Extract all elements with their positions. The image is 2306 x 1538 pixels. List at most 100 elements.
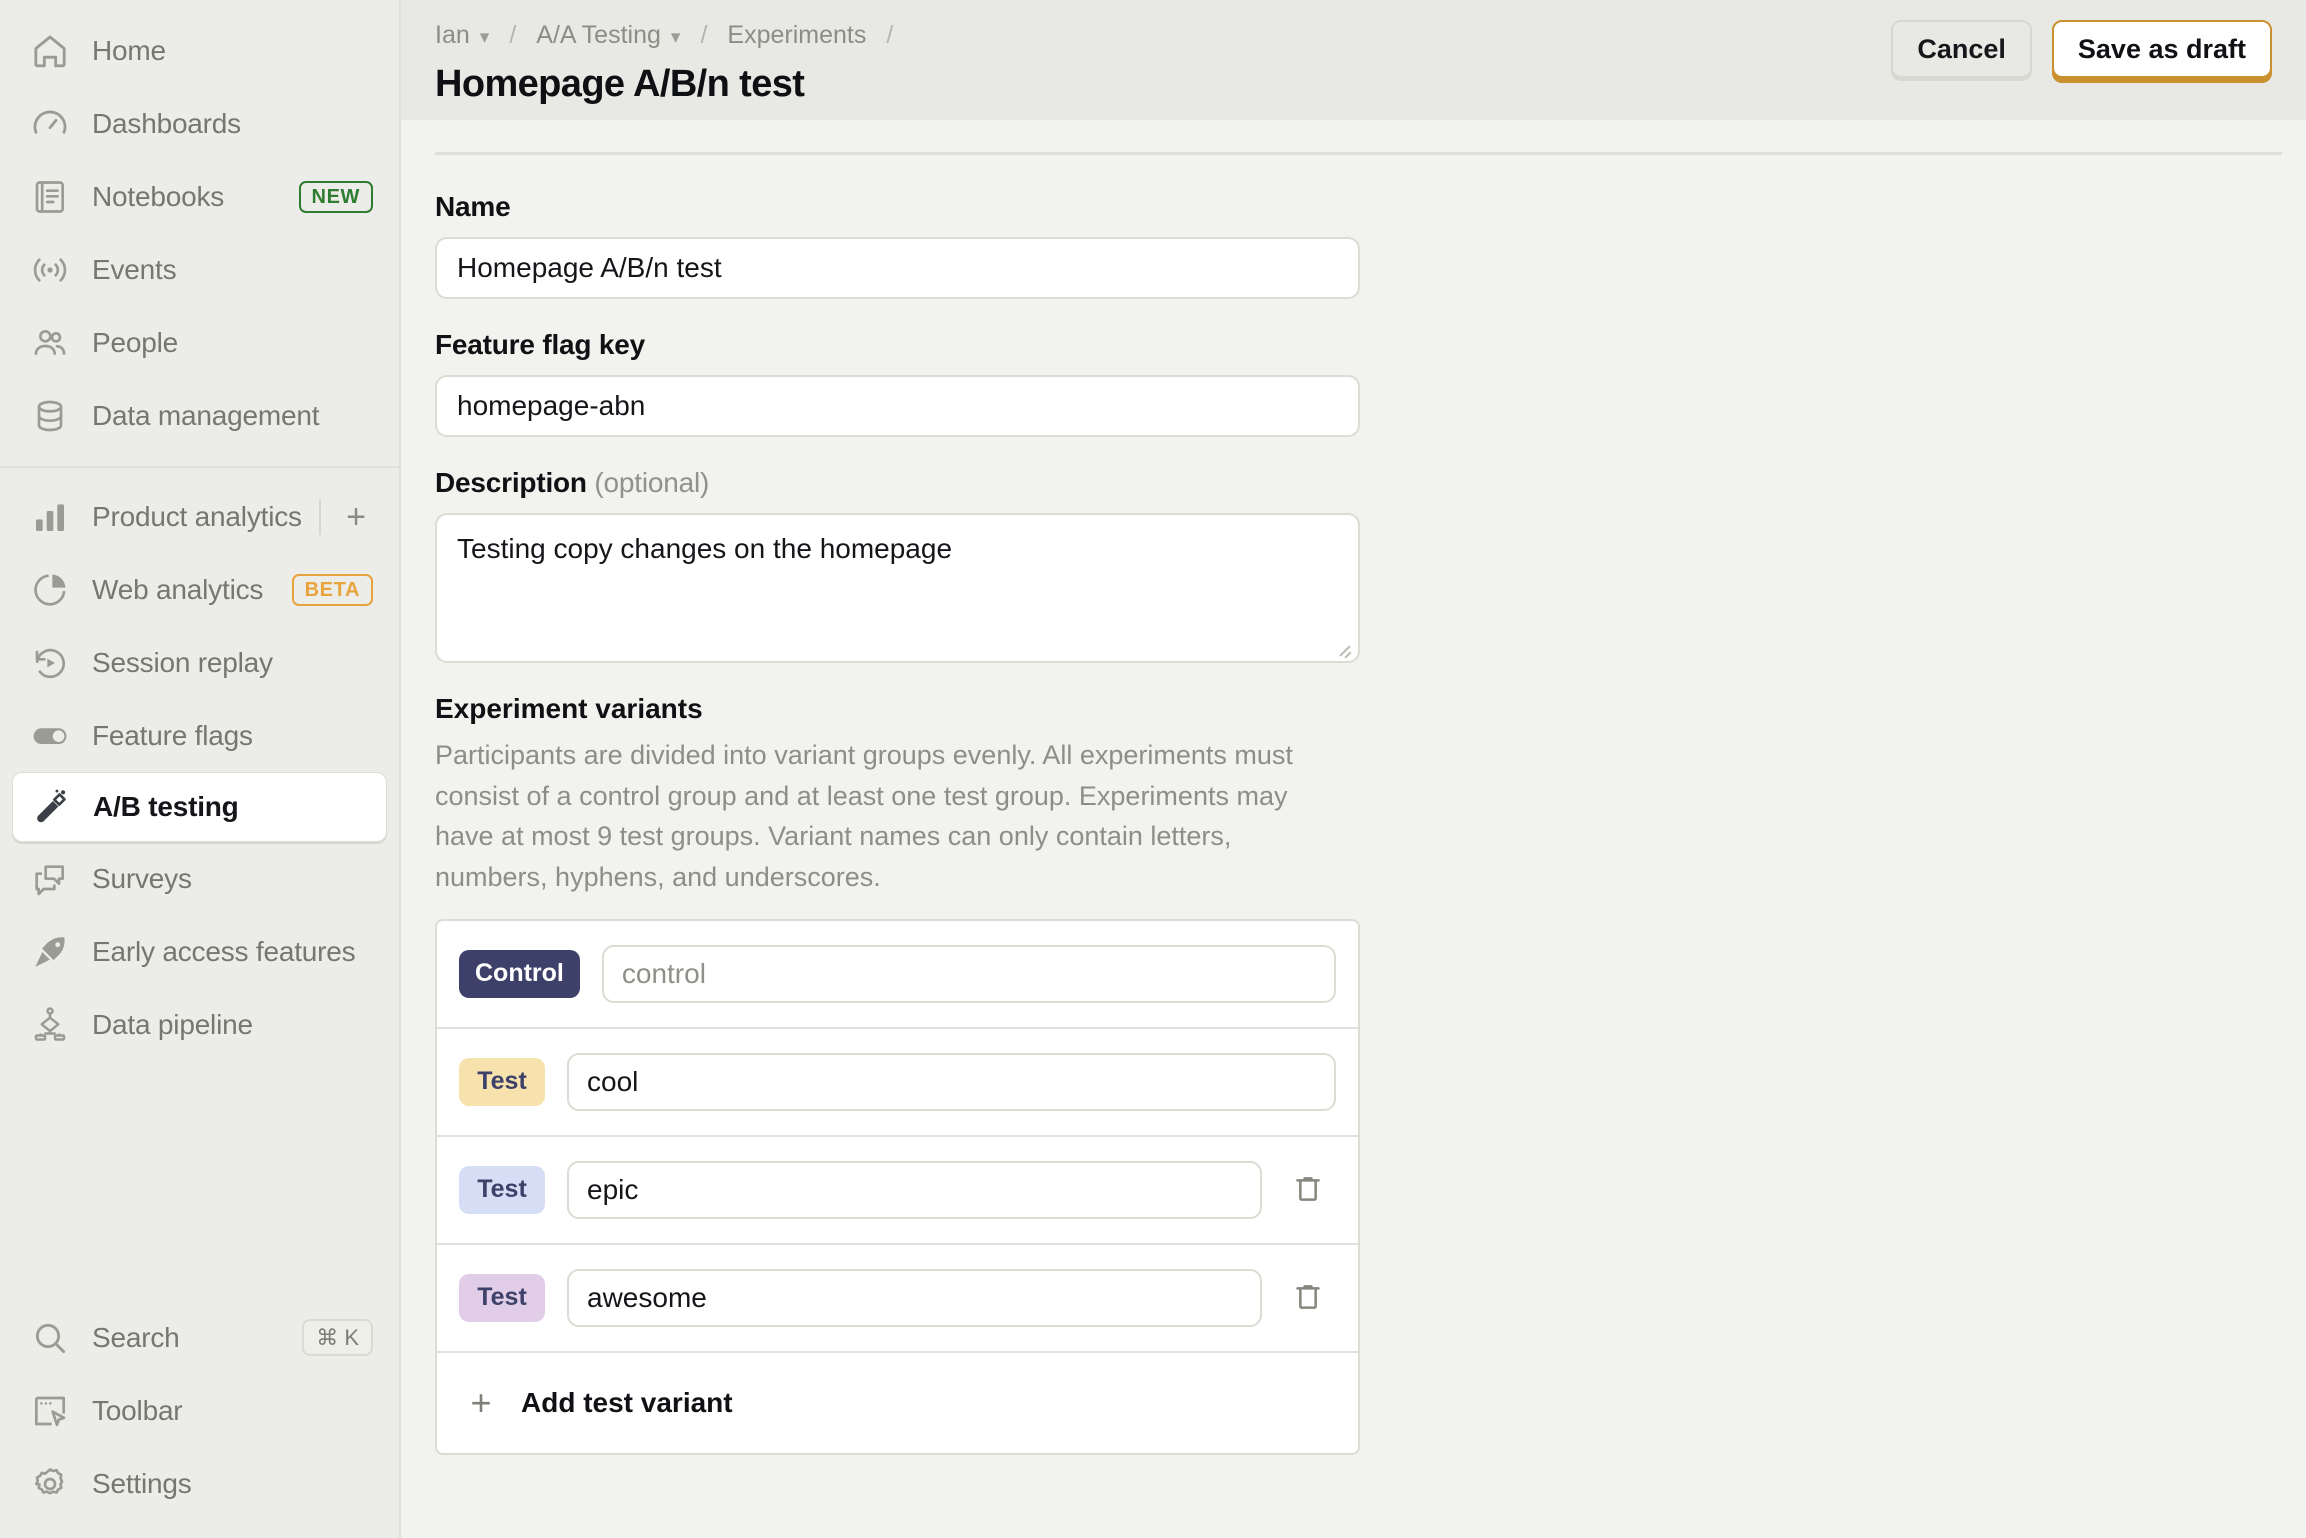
sidebar-item-label: Search xyxy=(92,1321,180,1353)
sidebar-item-label: Surveys xyxy=(92,862,192,894)
delete-variant-button[interactable] xyxy=(1284,1274,1332,1322)
pie-chart-icon xyxy=(28,568,72,612)
rocket-icon xyxy=(28,930,72,974)
experiment-form: Name Homepage A/B/n test Feature flag ke… xyxy=(401,155,1801,1455)
live-events-icon xyxy=(28,248,72,292)
sidebar-item-product-analytics[interactable]: Product analytics + xyxy=(12,480,387,553)
chevron-down-icon[interactable]: ▾ xyxy=(480,28,490,47)
sidebar-item-data-management[interactable]: Data management xyxy=(12,379,387,452)
sidebar-item-home[interactable]: Home xyxy=(12,14,387,87)
flask-wand-icon xyxy=(29,785,73,829)
save-as-draft-button[interactable]: Save as draft xyxy=(2051,20,2272,79)
page-title: Homepage A/B/n test xyxy=(435,63,805,105)
breadcrumb-separator: / xyxy=(886,20,894,49)
gear-icon xyxy=(28,1462,72,1506)
plus-icon: + xyxy=(470,1382,492,1423)
sidebar-item-label: Toolbar xyxy=(92,1394,183,1426)
variant-type-badge: Test xyxy=(459,1058,545,1106)
gauge-icon xyxy=(28,102,72,146)
sidebar-item-data-pipeline[interactable]: Data pipeline xyxy=(12,988,387,1061)
variant-type-badge: Test xyxy=(459,1166,545,1214)
experiment-variants-description: Participants are divided into variant gr… xyxy=(435,740,1293,892)
sidebar-item-label: Early access features xyxy=(92,935,356,967)
sidebar-item-label: Home xyxy=(92,34,166,66)
trash-icon xyxy=(1291,1171,1325,1210)
sidebar-item-label: Events xyxy=(92,253,177,285)
breadcrumb-item-team[interactable]: A/A Testing xyxy=(536,22,661,48)
sidebar-divider xyxy=(0,466,399,468)
sidebar-item-label: A/B testing xyxy=(93,791,239,822)
name-input[interactable]: Homepage A/B/n test xyxy=(435,237,1360,299)
sidebar-item-feature-flags[interactable]: Feature flags xyxy=(12,699,387,772)
sidebar-item-web-analytics[interactable]: Web analytics BETA xyxy=(12,553,387,626)
description-label-text: Description xyxy=(435,467,587,498)
sidebar-item-search[interactable]: Search ⌘ K xyxy=(12,1301,387,1374)
variant-row: Test cool xyxy=(437,1029,1358,1137)
sidebar-item-label: Settings xyxy=(92,1467,192,1499)
add-test-variant-button[interactable]: + Add test variant xyxy=(437,1353,1358,1453)
sidebar-item-people[interactable]: People xyxy=(12,306,387,379)
sidebar-item-settings[interactable]: Settings xyxy=(12,1447,387,1520)
breadcrumb: Ian ▾ / A/A Testing ▾ / Experiments / xyxy=(435,18,1891,52)
sidebar-item-ab-testing[interactable]: A/B testing xyxy=(12,772,387,842)
feature-flag-key-input[interactable]: homepage-abn xyxy=(435,375,1360,437)
sidebar-item-session-replay[interactable]: Session replay xyxy=(12,626,387,699)
search-icon xyxy=(28,1316,72,1360)
home-icon xyxy=(28,29,72,73)
sidebar-item-label: Data management xyxy=(92,399,320,431)
add-test-variant-label: Add test variant xyxy=(521,1387,733,1418)
description-textarea[interactable]: Testing copy changes on the homepage xyxy=(435,513,1360,663)
people-icon xyxy=(28,321,72,365)
feature-flag-key-field-group: Feature flag key homepage-abn xyxy=(435,329,1801,437)
pipeline-icon xyxy=(28,1003,72,1047)
sidebar-item-label: Feature flags xyxy=(92,719,253,751)
resize-handle-icon[interactable] xyxy=(1336,640,1352,656)
experiment-variants-title: Experiment variants xyxy=(435,693,703,724)
sidebar-item-label: Web analytics xyxy=(92,573,264,605)
database-icon xyxy=(28,394,72,438)
trash-icon xyxy=(1291,1279,1325,1318)
breadcrumb-item-experiments[interactable]: Experiments xyxy=(727,22,866,48)
sidebar-item-notebooks[interactable]: Notebooks NEW xyxy=(12,160,387,233)
sidebar-item-surveys[interactable]: Surveys xyxy=(12,842,387,915)
breadcrumb-separator: / xyxy=(700,20,708,49)
variant-type-badge: Control xyxy=(459,950,580,998)
variant-key-input[interactable]: awesome xyxy=(567,1269,1262,1327)
sidebar-item-early-access-features[interactable]: Early access features xyxy=(12,915,387,988)
sidebar-item-label: Notebooks xyxy=(92,180,225,212)
sidebar-item-events[interactable]: Events xyxy=(12,233,387,306)
sidebar-item-dashboards[interactable]: Dashboards xyxy=(12,87,387,160)
variants-list: Control control Test cool Test epic Test… xyxy=(435,919,1360,1455)
chevron-down-icon[interactable]: ▾ xyxy=(671,28,681,47)
breadcrumb-separator: / xyxy=(509,20,517,49)
bar-chart-icon xyxy=(28,495,72,539)
feature-flag-key-label: Feature flag key xyxy=(435,329,645,360)
sidebar-item-label: People xyxy=(92,326,178,358)
variant-key-input[interactable]: cool xyxy=(567,1053,1336,1111)
description-label: Description (optional) xyxy=(435,467,1801,499)
search-shortcut-key: ⌘ K xyxy=(302,1318,373,1357)
description-value: Testing copy changes on the homepage xyxy=(457,533,953,564)
name-field-group: Name Homepage A/B/n test xyxy=(435,191,1801,299)
status-badge-new: NEW xyxy=(298,180,373,213)
sidebar-item-toolbar[interactable]: Toolbar xyxy=(12,1374,387,1447)
status-badge-beta: BETA xyxy=(291,573,373,606)
cancel-button[interactable]: Cancel xyxy=(1891,20,2032,79)
variant-key-input[interactable]: epic xyxy=(567,1161,1262,1219)
name-label: Name xyxy=(435,191,511,222)
variant-row: Control control xyxy=(437,921,1358,1029)
replay-icon xyxy=(28,641,72,685)
sidebar-bottom-group: Search ⌘ K Toolbar Settings xyxy=(0,1301,399,1538)
variant-type-badge: Test xyxy=(459,1274,545,1322)
delete-variant-button[interactable] xyxy=(1284,1166,1332,1214)
sidebar-item-label: Dashboards xyxy=(92,107,241,139)
page-header: Ian ▾ / A/A Testing ▾ / Experiments / Ho… xyxy=(401,0,2306,120)
breadcrumb-item-project[interactable]: Ian xyxy=(435,22,470,48)
toggle-icon xyxy=(28,714,72,758)
vertical-divider xyxy=(319,498,321,535)
toolbar-icon xyxy=(28,1389,72,1433)
variant-key-input[interactable]: control xyxy=(601,945,1336,1003)
main-sidebar: Home Dashboards Notebooks NEW Events Peo… xyxy=(0,0,401,1538)
plus-icon[interactable]: + xyxy=(339,500,373,534)
